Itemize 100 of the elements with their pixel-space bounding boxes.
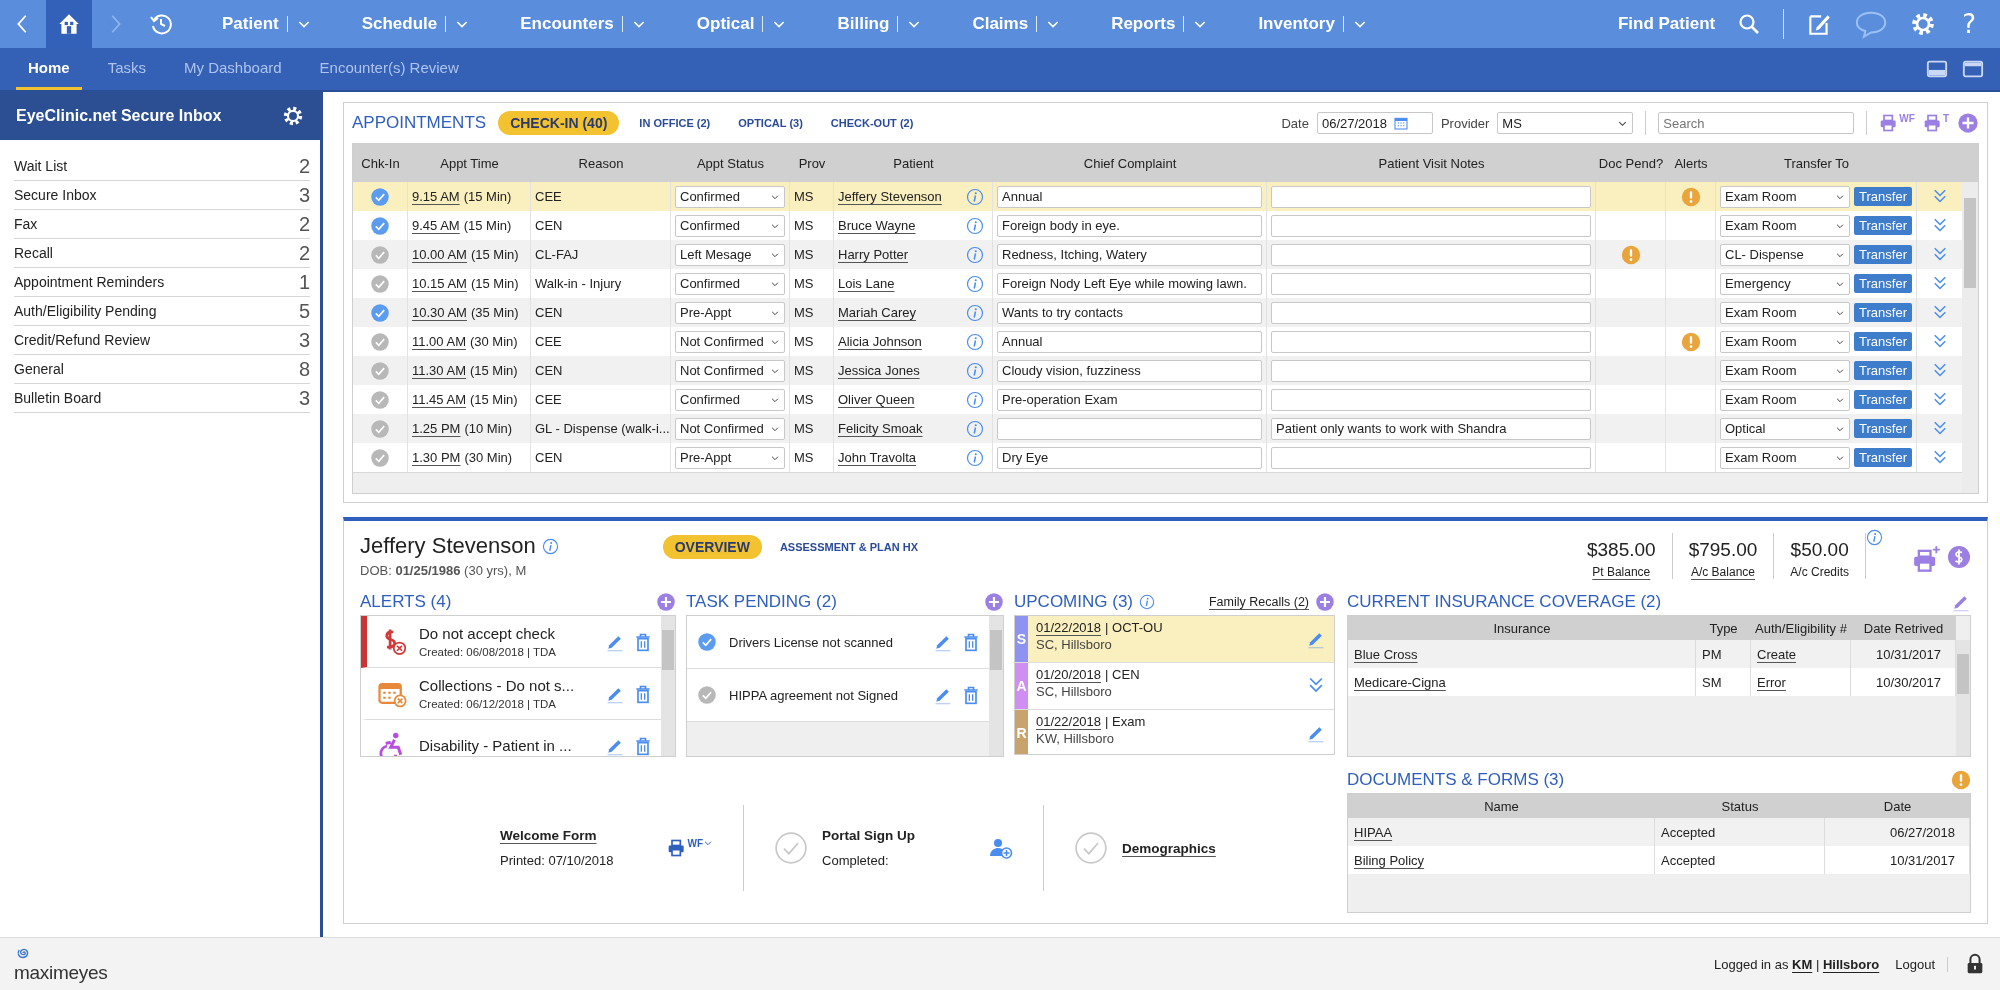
notes-field[interactable] [1271, 214, 1591, 237]
complaint-field[interactable]: Annual [997, 185, 1263, 208]
status-select[interactable]: Not Confirmed [675, 330, 785, 353]
print-button[interactable]: WF [667, 838, 714, 858]
transfer-button[interactable]: Transfer [1854, 332, 1912, 351]
form-link[interactable]: Demographics [1122, 840, 1216, 856]
info-icon[interactable] [966, 448, 984, 467]
sidebar-item[interactable]: Credit/Refund Review 3 [14, 326, 310, 355]
table-row[interactable]: 9.15 AM (15 Min) CEE Confirmed MS Jeffery Stevenson Annual Exam Room Transfer [353, 182, 1962, 211]
complaint-field[interactable]: Wants to try contacts [997, 301, 1263, 324]
appointment-date[interactable]: 01/22/2018 [1036, 714, 1102, 729]
delete-icon[interactable] [633, 735, 653, 756]
pending-check-icon[interactable] [370, 360, 390, 381]
calendar-icon[interactable] [1393, 115, 1409, 131]
status-select[interactable]: Not Confirmed [675, 417, 785, 440]
patient-link[interactable]: Jeffery Stevenson [838, 189, 942, 204]
transfer-button[interactable]: Transfer [1854, 361, 1912, 380]
info-icon[interactable] [966, 390, 984, 409]
check-icon[interactable] [697, 632, 717, 652]
patient-link[interactable]: Felicity Smoak [838, 421, 923, 436]
info-icon[interactable] [966, 216, 984, 235]
info-icon[interactable] [541, 537, 559, 555]
status-select[interactable]: Confirmed [675, 185, 785, 208]
print-add-icon[interactable] [1913, 545, 1941, 573]
table-row[interactable]: 11.30 AM (15 Min) CEN Not Confirmed MS Jessica Jones Cloudy vision, fuzziness Exam Room Transfer [353, 356, 1962, 385]
info-icon[interactable] [966, 187, 984, 206]
table-row[interactable]: 10.15 AM (15 Min) Walk-in - Injury Confirmed MS Lois Lane Foreign Nody Left Eye while mowing lawn. Emergency Transfer [353, 269, 1962, 298]
add-icon[interactable] [1957, 112, 1979, 134]
notes-field[interactable]: Patient only wants to work with Shandra [1271, 417, 1591, 440]
notes-field[interactable] [1271, 359, 1591, 382]
provider-select[interactable]: MS [1497, 112, 1634, 134]
add-icon[interactable] [984, 592, 1004, 612]
status-select[interactable]: Left Mesage [675, 243, 785, 266]
sidebar-item[interactable]: Fax 2 [14, 210, 310, 239]
complaint-field[interactable]: Foreign Nody Left Eye while mowing lawn. [997, 272, 1263, 295]
complaint-field[interactable]: Redness, Itching, Watery [997, 243, 1263, 266]
table-row[interactable]: 1.25 PM (10 Min) GL - Dispense (walk-i... Not Confirmed MS Felicity Smoak Patient only wants to work with Shandra Optical Transfer [353, 414, 1962, 443]
date-field[interactable]: 06/27/2018 [1316, 112, 1433, 134]
transfer-button[interactable]: Transfer [1854, 390, 1912, 409]
transfer-button[interactable]: Transfer [1854, 187, 1912, 206]
delete-icon[interactable] [961, 685, 981, 705]
appointment-time-link[interactable]: 9.15 AM [412, 189, 460, 204]
appointment-time-link[interactable]: 10.30 AM [412, 305, 467, 320]
pending-check-icon[interactable] [370, 331, 390, 352]
transfer-button[interactable]: Transfer [1854, 216, 1912, 235]
add-icon[interactable] [1315, 592, 1335, 612]
pending-check-icon[interactable] [697, 685, 717, 705]
family-recalls-link[interactable]: Family Recalls (2) [1209, 595, 1309, 609]
table-row[interactable]: 9.45 AM (15 Min) CEN Confirmed MS Bruce Wayne Foreign body in eye. Exam Room Transfer [353, 211, 1962, 240]
complaint-field[interactable]: Cloudy vision, fuzziness [997, 359, 1263, 382]
search-field[interactable]: Search [1658, 112, 1855, 134]
check-in-icon[interactable] [370, 186, 390, 207]
patient-link[interactable]: Bruce Wayne [838, 218, 916, 233]
notes-field[interactable] [1271, 330, 1591, 353]
filter-tab[interactable]: IN OFFICE (2) [631, 114, 719, 132]
info-icon[interactable] [1139, 594, 1155, 610]
status-select[interactable]: Confirmed [675, 272, 785, 295]
status-select[interactable]: Not Confirmed [675, 359, 785, 382]
transfer-select[interactable]: Optical [1720, 417, 1851, 440]
insurance-link[interactable]: Blue Cross [1354, 646, 1418, 662]
check-in-icon[interactable] [370, 302, 390, 323]
info-icon[interactable] [1866, 529, 1883, 546]
transfer-button[interactable]: Transfer [1854, 448, 1912, 467]
info-icon[interactable] [966, 274, 984, 293]
scrollbar[interactable] [661, 616, 675, 756]
layout-top-icon[interactable] [1962, 58, 1984, 80]
complaint-field[interactable]: Foreign body in eye. [997, 214, 1263, 237]
layout-bottom-icon[interactable] [1926, 58, 1948, 80]
patient-link[interactable]: Oliver Queen [838, 392, 915, 407]
check-outline-icon[interactable] [774, 831, 809, 865]
info-icon[interactable] [966, 361, 984, 380]
status-select[interactable]: Pre-Appt [675, 446, 785, 469]
appointment-time-link[interactable]: 10.00 AM [412, 247, 467, 262]
table-row[interactable]: 1.30 PM (30 Min) CEN Pre-Appt MS John Travolta Dry Eye Exam Room Transfer [353, 443, 1962, 472]
status-select[interactable]: Confirmed [675, 214, 785, 237]
form-link[interactable]: Welcome Form [500, 828, 614, 843]
balance-link[interactable]: A/c Balance [1690, 565, 1755, 579]
delete-icon[interactable] [961, 632, 981, 652]
filter-tab[interactable]: CHECK-IN (40) [498, 111, 620, 135]
appointment-time-link[interactable]: 11.30 AM [412, 363, 466, 378]
scrollbar[interactable] [989, 616, 1003, 756]
sidebar-item[interactable]: General 8 [14, 355, 310, 384]
pending-check-icon[interactable] [370, 244, 390, 265]
appointment-time-link[interactable]: 10.15 AM [412, 276, 467, 291]
info-icon[interactable] [966, 303, 984, 322]
transfer-select[interactable]: Exam Room [1720, 330, 1851, 353]
pending-check-icon[interactable] [370, 447, 390, 468]
notes-field[interactable] [1271, 301, 1591, 324]
complaint-field[interactable]: Pre-operation Exam [997, 388, 1263, 411]
notes-field[interactable] [1271, 185, 1591, 208]
info-icon[interactable] [966, 419, 984, 438]
appointment-time-link[interactable]: 11.45 AM [412, 392, 466, 407]
transfer-select[interactable]: Exam Room [1720, 446, 1851, 469]
notes-field[interactable] [1271, 388, 1591, 411]
scrollbar[interactable] [1956, 640, 1970, 756]
home-button[interactable] [46, 0, 92, 48]
check-in-icon[interactable] [370, 215, 390, 236]
patient-link[interactable]: Jessica Jones [838, 363, 920, 378]
sidebar-item[interactable]: Wait List 2 [14, 152, 310, 181]
notes-field[interactable] [1271, 446, 1591, 469]
